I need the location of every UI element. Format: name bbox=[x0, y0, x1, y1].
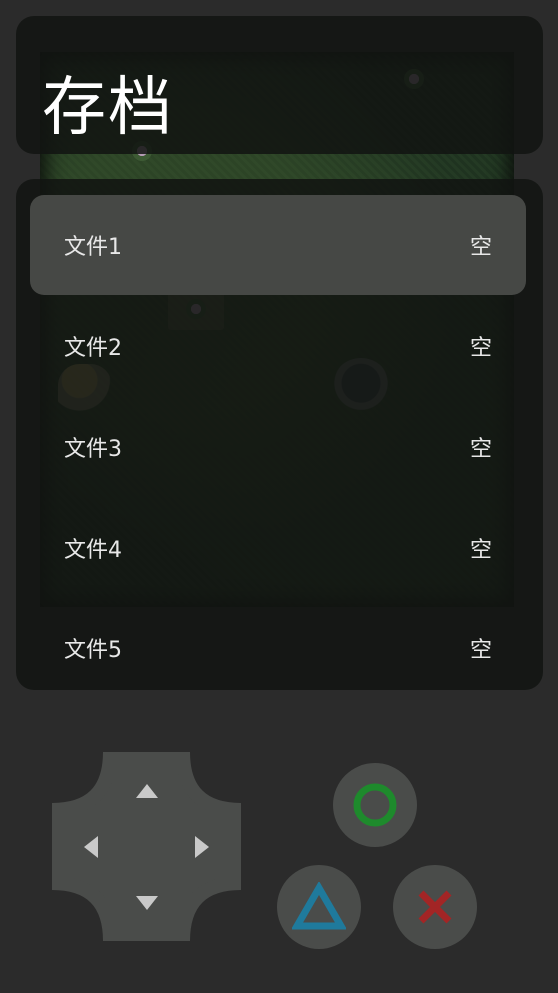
arrow-left-icon[interactable] bbox=[84, 836, 98, 858]
save-slot-label: 文件1 bbox=[64, 235, 122, 260]
save-slot-status: 空 bbox=[469, 437, 492, 462]
arrow-right-icon[interactable] bbox=[195, 836, 209, 858]
save-slot-label: 文件3 bbox=[64, 437, 122, 462]
triangle-button[interactable] bbox=[277, 865, 361, 949]
save-slot-5[interactable]: 文件5 空 bbox=[30, 598, 526, 698]
cross-icon bbox=[418, 890, 452, 924]
arrow-up-icon[interactable] bbox=[136, 784, 158, 798]
save-slot-status: 空 bbox=[469, 336, 492, 361]
page-title: 存档 bbox=[42, 71, 174, 145]
game-screen: 存档 文件1 空 文件2 空 文件3 空 文件4 空 文件5 空 bbox=[0, 0, 558, 993]
save-slot-status: 空 bbox=[469, 235, 492, 260]
save-slot-3[interactable]: 文件3 空 bbox=[30, 397, 526, 497]
save-slot-2[interactable]: 文件2 空 bbox=[30, 296, 526, 396]
save-slot-4[interactable]: 文件4 空 bbox=[30, 498, 526, 598]
circle-icon bbox=[353, 783, 397, 827]
save-slot-label: 文件4 bbox=[64, 538, 122, 563]
save-slot-1[interactable]: 文件1 空 bbox=[30, 195, 526, 295]
dpad-shape bbox=[52, 752, 241, 941]
save-slot-status: 空 bbox=[469, 538, 492, 563]
arrow-down-icon[interactable] bbox=[136, 896, 158, 910]
dpad[interactable] bbox=[52, 752, 241, 941]
save-slot-label: 文件5 bbox=[64, 638, 122, 663]
save-slot-status: 空 bbox=[469, 638, 492, 663]
save-slot-label: 文件2 bbox=[64, 336, 122, 361]
triangle-icon bbox=[292, 882, 346, 930]
cross-button[interactable] bbox=[393, 865, 477, 949]
circle-button[interactable] bbox=[333, 763, 417, 847]
save-slot-list: 文件1 空 文件2 空 文件3 空 文件4 空 文件5 空 bbox=[16, 179, 543, 690]
title-panel: 存档 bbox=[16, 16, 543, 154]
